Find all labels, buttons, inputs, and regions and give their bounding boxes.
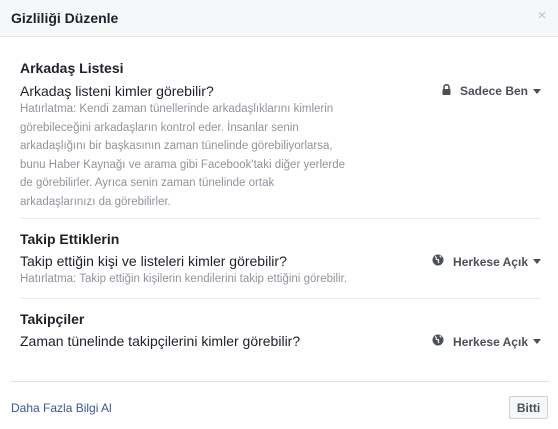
footer-divider	[11, 381, 549, 382]
chevron-down-icon	[533, 88, 541, 94]
audience-label: Sadece Ben	[459, 84, 528, 98]
section-note: Hatırlatma: Takip ettiğin kişilerin kend…	[20, 270, 390, 289]
section-question: Takip ettiğin kişi ve listeleri kimler g…	[20, 253, 287, 269]
note-line: Hatırlatma: Kendi zaman tünellerinde ark…	[20, 103, 334, 115]
section-question: Zaman tünelinde takipçilerini kimler gör…	[20, 333, 301, 349]
section-note: Hatırlatma: Kendi zaman tünellerinde ark…	[20, 100, 390, 211]
note-line: görebileceğini arkadaşların kontrol eder…	[20, 121, 299, 134]
chevron-down-icon	[533, 259, 541, 264]
lock-icon	[442, 83, 451, 98]
note-line: arkadaşlarınızı da görebilirler.	[20, 195, 171, 208]
divider	[20, 298, 541, 299]
audience-selector-followers[interactable]: Herkese Açık	[432, 334, 541, 349]
audience-selector-following[interactable]: Herkese Açık	[432, 254, 541, 269]
audience-label: Herkese Açık	[453, 334, 528, 349]
chevron-down-icon	[533, 339, 541, 344]
note-line: bunu Haber Kaynağı ve arama gibi Faceboo…	[20, 158, 346, 171]
section-followers: Takipçiler Zaman tünelinde takipçilerini…	[20, 310, 541, 355]
globe-icon	[432, 254, 444, 269]
audience-selector-friend-list[interactable]: Sadece Ben	[442, 83, 541, 98]
section-title: Takipçiler	[20, 311, 85, 327]
section-following: Takip Ettiklerin Takip ettiğin kişi ve l…	[20, 230, 541, 290]
divider	[20, 218, 541, 219]
done-button[interactable]: Bitti	[509, 396, 548, 419]
close-icon[interactable]: ×	[534, 8, 550, 24]
section-title: Takip Ettiklerin	[20, 231, 120, 247]
globe-icon	[432, 334, 444, 349]
dialog-header: Gizliliği Düzenle ×	[0, 0, 558, 37]
section-question: Arkadaş listeni kimler görebilir?	[20, 83, 214, 99]
dialog-title: Gizliliği Düzenle	[11, 10, 119, 26]
section-title: Arkadaş Listesi	[20, 60, 124, 76]
more-info-link[interactable]: Daha Fazla Bilgi Al	[11, 401, 112, 415]
note-line: de görebilirler. Ayrıca senin zaman tüne…	[20, 177, 275, 189]
section-friend-list: Arkadaş Listesi Arkadaş listeni kimler g…	[20, 59, 541, 209]
audience-label: Herkese Açık	[453, 254, 528, 269]
note-line: arkadaşlığını bir başkasının zaman tünel…	[20, 140, 333, 152]
note-line: Hatırlatma: Takip ettiğin kişilerin kend…	[20, 273, 348, 285]
